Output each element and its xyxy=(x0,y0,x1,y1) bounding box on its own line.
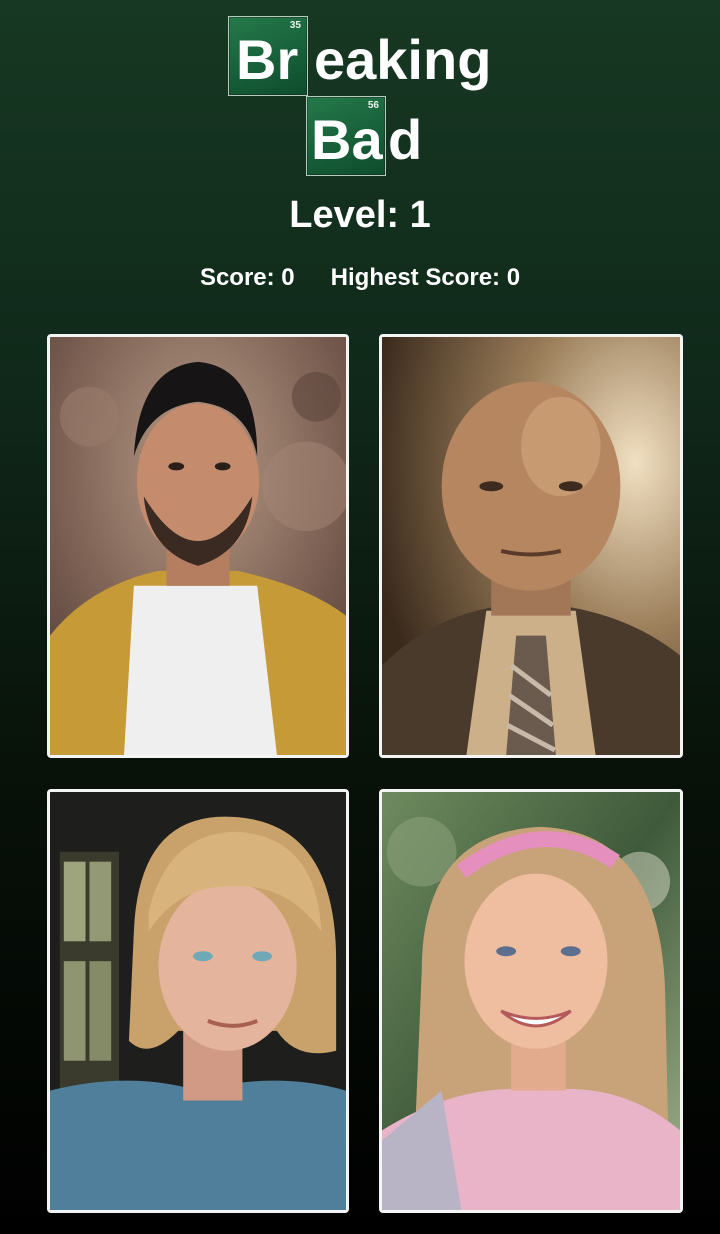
current-score: Score: 0 xyxy=(199,264,295,291)
character-card-3[interactable] xyxy=(47,789,349,1213)
girl-portrait-image xyxy=(382,792,680,1210)
logo-word-eaking: eaking xyxy=(314,28,492,91)
young-man-portrait-image xyxy=(50,337,346,755)
character-card-2[interactable] xyxy=(379,334,683,758)
logo-symbol-br: Br xyxy=(236,28,299,91)
highest-score: Highest Score: 0 xyxy=(330,264,521,291)
character-card-4[interactable] xyxy=(379,789,683,1213)
logo-word-d: d xyxy=(388,108,423,171)
level-indicator: Level: 1 xyxy=(289,194,431,236)
logo-symbol-ba: Ba xyxy=(311,108,383,171)
breaking-bad-logo: 35 Br eaking 56 Ba d xyxy=(228,16,498,176)
blonde-woman-portrait-image xyxy=(50,792,346,1210)
bald-man-portrait-image xyxy=(382,337,680,755)
character-card-1[interactable] xyxy=(47,334,349,758)
score-bar: Score: 0 Highest Score: 0 xyxy=(0,264,720,292)
